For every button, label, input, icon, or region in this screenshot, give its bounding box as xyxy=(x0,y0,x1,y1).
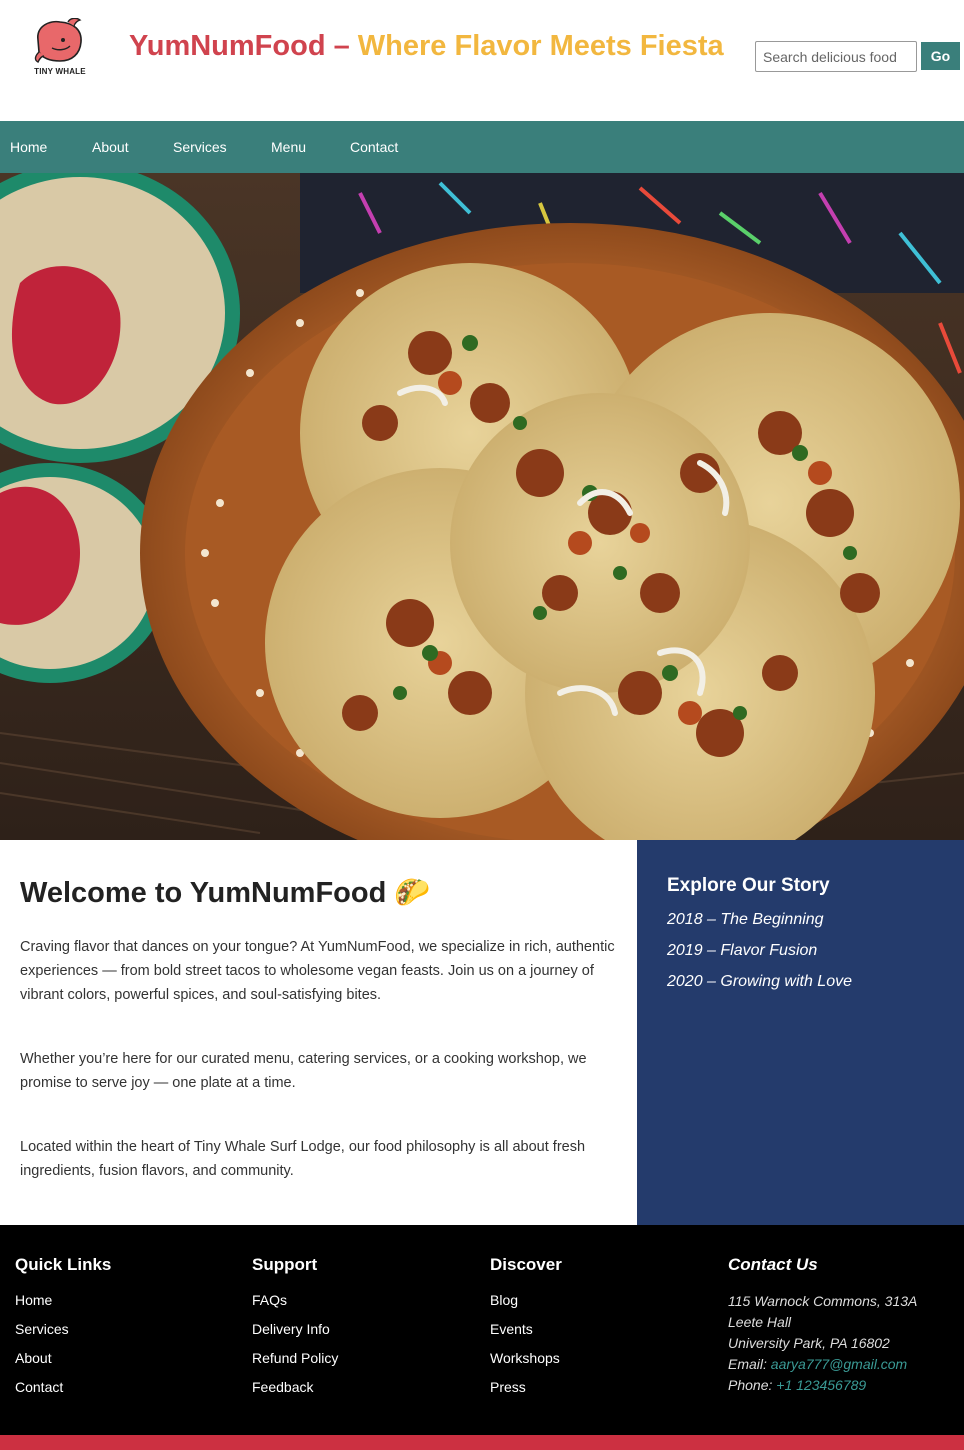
welcome-section: Welcome to YumNumFood 🌮 Craving flavor t… xyxy=(0,840,637,1225)
site-header: TINY WHALE YumNumFood – Where Flavor Mee… xyxy=(0,0,964,121)
site-footer: Quick Links Home Services About Contact … xyxy=(0,1225,964,1435)
quick-links-heading: Quick Links xyxy=(15,1255,112,1274)
site-title: YumNumFood – Where Flavor Meets Fiesta xyxy=(129,30,724,63)
tiny-whale-logo[interactable]: TINY WHALE xyxy=(30,17,90,80)
contact-email-row: Email: aarya777@gmail.com xyxy=(728,1354,917,1375)
story-item-2020[interactable]: 2020 – Growing with Love xyxy=(667,973,934,991)
contact-address-line-2: Leete Hall xyxy=(728,1314,792,1330)
site-title-tagline: Where Flavor Meets Fiesta xyxy=(357,30,724,62)
support-heading: Support xyxy=(252,1255,318,1274)
footer-link-press[interactable]: Press xyxy=(490,1379,562,1395)
footer-link-about[interactable]: About xyxy=(15,1350,111,1366)
footer-link-services[interactable]: Services xyxy=(15,1321,111,1337)
site-title-name: YumNumFood – xyxy=(129,30,350,62)
contact-phone-label: Phone: xyxy=(728,1377,773,1393)
welcome-paragraph-1: Craving flavor that dances on your tongu… xyxy=(20,939,615,1003)
welcome-paragraph-3: Located within the heart of Tiny Whale S… xyxy=(20,1139,586,1179)
footer-link-workshops[interactable]: Workshops xyxy=(490,1350,562,1366)
nav-item-home[interactable]: Home xyxy=(10,139,47,155)
footer-link-feedback[interactable]: Feedback xyxy=(252,1379,338,1395)
welcome-paragraph-2: Whether you’re here for our curated menu… xyxy=(20,1051,587,1091)
footer-link-home[interactable]: Home xyxy=(15,1292,111,1308)
contact-email-link[interactable]: aarya777@gmail.com xyxy=(771,1356,907,1372)
footer-link-delivery-info[interactable]: Delivery Info xyxy=(252,1321,338,1337)
nav-item-about[interactable]: About xyxy=(92,139,129,155)
footer-contact: Contact Us 115 Warnock Commons, 313A Lee… xyxy=(728,1255,917,1396)
contact-address-line-3: University Park, PA 16802 xyxy=(728,1335,890,1351)
story-sidebar: Explore Our Story 2018 – The Beginning 2… xyxy=(637,840,964,1225)
contact-address-line-1: 115 Warnock Commons, 313A xyxy=(728,1293,918,1309)
contact-phone-row: Phone: +1 123456789 xyxy=(728,1375,917,1396)
hero-image xyxy=(0,173,964,840)
footer-bottom-bar xyxy=(0,1435,964,1450)
footer-link-refund-policy[interactable]: Refund Policy xyxy=(252,1350,338,1366)
footer-quick-links: Quick Links Home Services About Contact xyxy=(15,1255,111,1408)
nav-item-menu[interactable]: Menu xyxy=(271,139,306,155)
search-go-button[interactable]: Go xyxy=(921,42,960,70)
main-nav: Home About Services Menu Contact xyxy=(0,121,964,173)
contact-phone-link[interactable]: +1 123456789 xyxy=(776,1377,866,1393)
footer-link-events[interactable]: Events xyxy=(490,1321,562,1337)
footer-link-contact[interactable]: Contact xyxy=(15,1379,111,1395)
welcome-heading: Welcome to YumNumFood 🌮 xyxy=(20,877,431,909)
footer-link-faqs[interactable]: FAQs xyxy=(252,1292,338,1308)
logo-text: TINY WHALE xyxy=(34,67,86,76)
nav-item-services[interactable]: Services xyxy=(173,139,227,155)
story-item-2019[interactable]: 2019 – Flavor Fusion xyxy=(667,942,934,960)
contact-heading: Contact Us xyxy=(728,1255,818,1274)
search-input[interactable] xyxy=(755,41,917,72)
whale-icon xyxy=(34,17,82,63)
discover-heading: Discover xyxy=(490,1255,562,1274)
footer-support: Support FAQs Delivery Info Refund Policy… xyxy=(252,1255,338,1408)
story-item-2018[interactable]: 2018 – The Beginning xyxy=(667,911,934,929)
contact-email-label: Email: xyxy=(728,1356,767,1372)
footer-discover: Discover Blog Events Workshops Press xyxy=(490,1255,562,1408)
story-heading: Explore Our Story xyxy=(667,875,830,896)
footer-link-blog[interactable]: Blog xyxy=(490,1292,562,1308)
nav-item-contact[interactable]: Contact xyxy=(350,139,398,155)
